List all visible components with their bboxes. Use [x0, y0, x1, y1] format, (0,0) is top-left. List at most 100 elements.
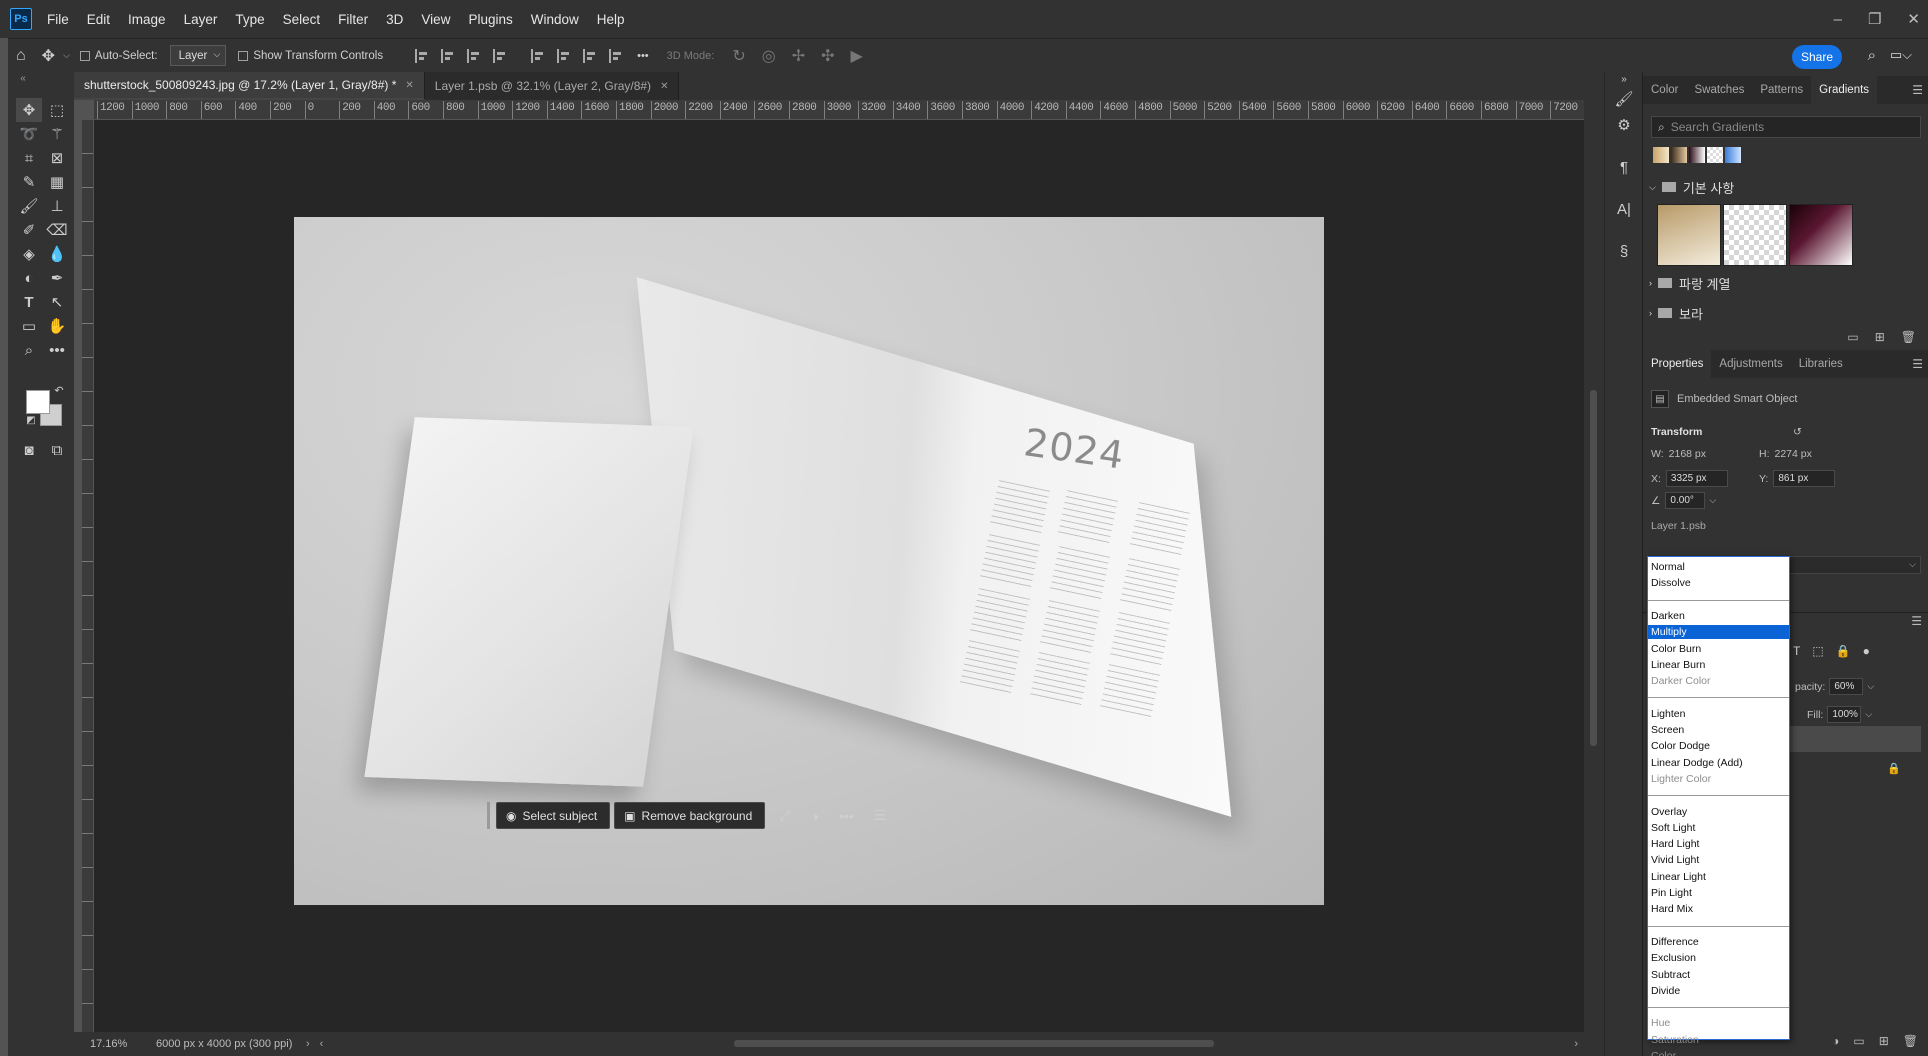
- task-bar-drag-handle[interactable]: [487, 802, 490, 829]
- blend-mode-option-hard-mix[interactable]: Hard Mix: [1648, 902, 1789, 916]
- screen-mode-icon[interactable]: ⧉: [44, 438, 70, 462]
- gradient-preset-swatch[interactable]: [1789, 204, 1853, 266]
- collapse-toolbar-icon[interactable]: «: [10, 72, 36, 84]
- tab-color[interactable]: Color: [1643, 76, 1686, 104]
- settings-sliders-icon[interactable]: ☰: [874, 807, 887, 824]
- search-icon[interactable]: ⌕: [1868, 47, 1876, 64]
- menu-plugins[interactable]: Plugins: [459, 12, 521, 27]
- tab-patterns[interactable]: Patterns: [1752, 76, 1811, 104]
- angle-field[interactable]: 0.00°: [1665, 492, 1706, 509]
- opacity-field[interactable]: 60%: [1829, 678, 1864, 695]
- blend-mode-option-linear-light[interactable]: Linear Light: [1648, 870, 1789, 884]
- distribute-horizontal-icon[interactable]: [609, 48, 623, 63]
- gradient-folder-blues[interactable]: › 파랑 계열: [1649, 272, 1919, 294]
- zoom-tool-icon[interactable]: ⌕: [16, 338, 42, 362]
- x-position-field[interactable]: 3325 px: [1665, 470, 1728, 487]
- frame-tool-icon[interactable]: ⊠: [44, 146, 70, 170]
- crop-tool-icon[interactable]: ⌗: [16, 146, 42, 170]
- 3d-camera-icon[interactable]: ▶: [851, 46, 863, 66]
- type-tool-icon[interactable]: T: [16, 290, 42, 314]
- blend-mode-option-exclusion[interactable]: Exclusion: [1648, 951, 1789, 965]
- gradient-folder-purples[interactable]: › 보라: [1649, 302, 1919, 324]
- close-window-button[interactable]: ✕: [1907, 10, 1920, 28]
- align-horizontal-center-icon[interactable]: [441, 48, 455, 63]
- brush-tool-icon[interactable]: 🖌: [16, 194, 42, 218]
- tab-libraries[interactable]: Libraries: [1791, 350, 1851, 378]
- path-selection-icon[interactable]: ↖: [44, 290, 70, 314]
- collapse-panels-icon[interactable]: »: [1613, 68, 1635, 90]
- chevron-down-icon[interactable]: ⌵: [1709, 495, 1716, 506]
- lock-all-icon[interactable]: 🔒: [1836, 644, 1851, 658]
- tool-presets-icon[interactable]: ⚙: [1613, 114, 1635, 136]
- tab-gradients[interactable]: Gradients: [1811, 76, 1878, 104]
- blend-mode-option-darken[interactable]: Darken: [1648, 609, 1789, 623]
- scroll-left-icon[interactable]: ‹: [320, 1038, 324, 1050]
- object-selection-icon[interactable]: ▦: [44, 170, 70, 194]
- recent-gradient-swatch[interactable]: [1653, 147, 1669, 163]
- blend-mode-option-subtract[interactable]: Subtract: [1648, 968, 1789, 982]
- recent-gradient-swatch[interactable]: [1689, 147, 1705, 163]
- history-brush-icon[interactable]: ✐: [16, 218, 42, 242]
- selected-layer-row[interactable]: [1789, 726, 1921, 752]
- delete-layer-icon[interactable]: 🗑: [1903, 1034, 1918, 1048]
- menu-image[interactable]: Image: [119, 12, 175, 27]
- lock-type-icon[interactable]: T: [1793, 644, 1800, 658]
- document-tab[interactable]: Layer 1.psb @ 32.1% (Layer 2, Gray/8#) ✕: [424, 72, 680, 100]
- eyedropper-tool-icon[interactable]: ✎: [16, 170, 42, 194]
- menu-help[interactable]: Help: [588, 12, 634, 27]
- chevron-down-icon[interactable]: ⌵: [1867, 681, 1874, 692]
- edit-toolbar-icon[interactable]: •••: [44, 338, 70, 362]
- magic-wand-tool-icon[interactable]: ⚚: [44, 122, 70, 146]
- glyphs-icon[interactable]: §: [1613, 240, 1635, 262]
- more-options-button[interactable]: •••: [637, 50, 649, 62]
- blend-mode-option-lighten[interactable]: Lighten: [1648, 707, 1789, 721]
- blend-mode-dropdown-list[interactable]: Normal Dissolve Darken Multiply Color Burn Li…: [1647, 556, 1790, 1056]
- menu-view[interactable]: View: [412, 12, 459, 27]
- canvas-workspace[interactable]: 2024: [94, 120, 1584, 1032]
- auto-select-target-dropdown[interactable]: Layer: [169, 45, 227, 66]
- tool-preset-chevron-icon[interactable]: ⌵: [63, 50, 70, 61]
- recent-gradient-swatch[interactable]: [1707, 147, 1723, 163]
- foreground-color-swatch[interactable]: [26, 390, 50, 414]
- home-icon[interactable]: ⌂: [16, 47, 26, 65]
- status-chevron-icon[interactable]: ›: [306, 1038, 310, 1050]
- vertical-scrollbar[interactable]: [1584, 100, 1604, 1032]
- menu-window[interactable]: Window: [522, 12, 588, 27]
- paint-bucket-icon[interactable]: ◈: [16, 242, 42, 266]
- lock-transform-icon[interactable]: ⬚: [1812, 644, 1823, 658]
- blend-mode-option-hard-light[interactable]: Hard Light: [1648, 837, 1789, 851]
- hand-tool-icon[interactable]: ✋: [44, 314, 70, 338]
- pen-tool-icon[interactable]: ✒: [44, 266, 70, 290]
- eraser-tool-icon[interactable]: ⌫: [44, 218, 70, 242]
- move-tool-icon[interactable]: ✥: [16, 98, 42, 122]
- blend-mode-option-color-burn[interactable]: Color Burn: [1648, 642, 1789, 656]
- distribute-vertical-icon[interactable]: [493, 48, 507, 63]
- menu-edit[interactable]: Edit: [78, 12, 119, 27]
- new-group-icon[interactable]: ▭: [1847, 330, 1858, 344]
- menu-3d[interactable]: 3D: [377, 12, 412, 27]
- document-tab-active[interactable]: shutterstock_500809243.jpg @ 17.2% (Laye…: [74, 72, 425, 100]
- align-bottom-icon[interactable]: [583, 48, 597, 63]
- new-gradient-icon[interactable]: ⊞: [1875, 330, 1885, 344]
- remove-background-button[interactable]: ▣ Remove background: [614, 802, 766, 829]
- gradient-search-input[interactable]: ⌕ Search Gradients: [1651, 116, 1921, 138]
- move-tool-icon[interactable]: ✥: [42, 46, 55, 66]
- smart-object-source-dropdown[interactable]: ⌵: [1783, 556, 1921, 574]
- blend-mode-option-soft-light[interactable]: Soft Light: [1648, 821, 1789, 835]
- blend-mode-option-linear-burn[interactable]: Linear Burn: [1648, 658, 1789, 672]
- 3d-pan-icon[interactable]: ✢: [792, 46, 805, 66]
- restore-button[interactable]: ❐: [1868, 10, 1881, 28]
- menu-select[interactable]: Select: [274, 12, 330, 27]
- align-left-icon[interactable]: [415, 48, 429, 63]
- layers-panel-menu-icon[interactable]: ☰: [1911, 614, 1922, 628]
- workspace-switcher-icon[interactable]: ▭⌵: [1890, 47, 1912, 63]
- dodge-tool-icon[interactable]: ◐: [16, 266, 42, 290]
- blend-mode-option-dissolve[interactable]: Dissolve: [1648, 576, 1789, 590]
- gradient-preset-swatch[interactable]: [1657, 204, 1721, 266]
- recent-gradient-swatch[interactable]: [1671, 147, 1687, 163]
- more-options-icon[interactable]: •••: [839, 808, 854, 824]
- stamp-tool-icon[interactable]: ⊥: [44, 194, 70, 218]
- 3d-roll-icon[interactable]: ◎: [762, 46, 776, 66]
- adjustment-icon[interactable]: ◑: [810, 808, 818, 824]
- panel-menu-icon[interactable]: ☰: [1912, 83, 1923, 97]
